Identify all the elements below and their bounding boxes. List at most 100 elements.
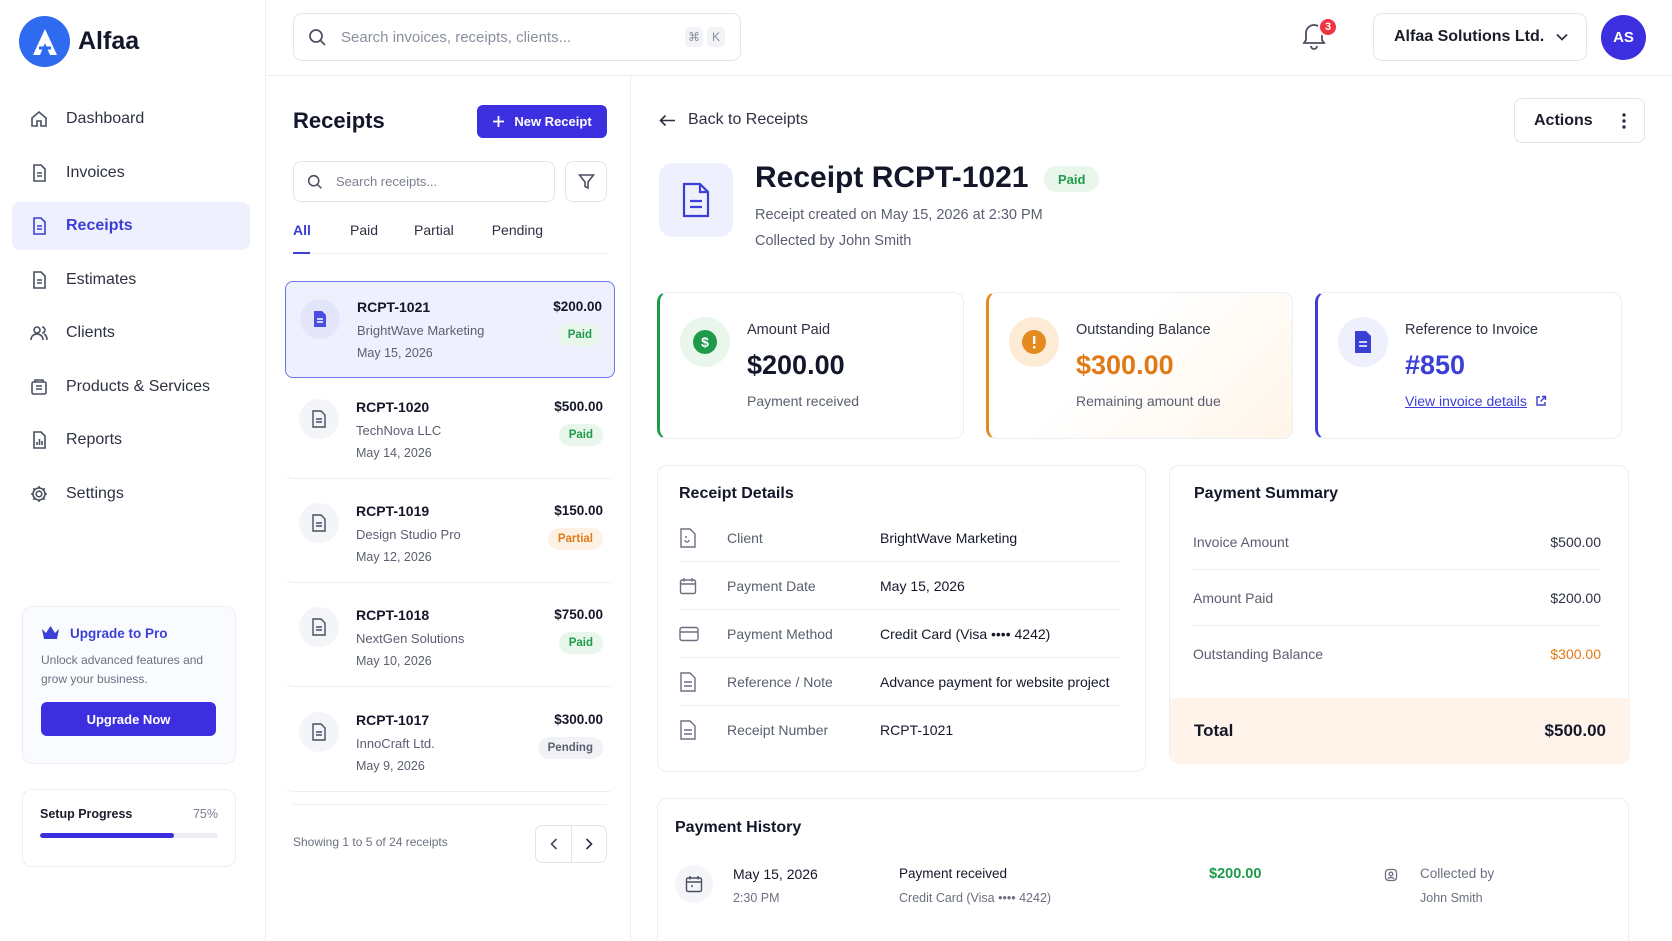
receipts-search-input[interactable] — [336, 174, 536, 189]
receipts-search[interactable] — [293, 161, 555, 202]
receipt-collected-text: Collected by John Smith — [755, 233, 912, 249]
setup-progress-label: Setup Progress — [40, 807, 133, 821]
receipt-details-title: Receipt Details — [679, 485, 794, 502]
sidebar-item-label: Products & Services — [66, 377, 211, 395]
payment-summary-card: Payment Summary Invoice Amount $500.00 A… — [1169, 465, 1630, 764]
payment-history-card: Payment History May 15, 2026 2:30 PM Pay… — [657, 798, 1629, 941]
setup-progress-bar — [40, 833, 218, 838]
tab-partial[interactable]: Partial — [414, 214, 454, 254]
receipt-icon — [299, 399, 339, 439]
detail-row-receipt-number: Receipt Number RCPT-1021 — [679, 706, 1119, 754]
notifications-button[interactable]: 3 — [1300, 17, 1338, 56]
receipts-title: Receipts — [293, 108, 385, 133]
tab-all[interactable]: All — [293, 214, 311, 254]
receipt-title: Receipt RCPT-1021 — [755, 161, 1029, 194]
receipt-id: RCPT-1021 — [357, 299, 431, 315]
detail-row-payment-method: Payment Method Credit Card (Visa •••• 42… — [679, 610, 1119, 658]
sidebar-item-reports[interactable]: Reports — [12, 416, 250, 464]
outstanding-balance-card: Outstanding Balance $300.00 Remaining am… — [986, 292, 1293, 439]
sidebar-item-receipts[interactable]: Receipts — [12, 202, 250, 250]
sidebar-item-label: Invoices — [66, 163, 125, 181]
back-to-receipts-link[interactable]: Back to Receipts — [659, 111, 808, 129]
sidebar-item-dashboard[interactable]: Dashboard — [12, 95, 250, 143]
invoice-reference-label: Reference to Invoice — [1405, 322, 1538, 338]
sidebar-item-invoices[interactable]: Invoices — [12, 149, 250, 197]
sidebar-item-clients[interactable]: Clients — [12, 309, 250, 357]
receipt-list-item[interactable]: RCPT-1019 Design Studio Pro May 12, 2026… — [285, 486, 615, 583]
global-search[interactable]: ⌘ K — [293, 13, 741, 61]
search-icon — [307, 174, 323, 190]
crown-icon — [41, 625, 60, 641]
plus-icon — [492, 115, 505, 128]
user-avatar[interactable]: AS — [1601, 15, 1646, 60]
prev-page-button[interactable] — [536, 826, 571, 862]
filter-button[interactable] — [565, 161, 607, 202]
history-amount: $200.00 — [1209, 866, 1262, 882]
receipt-date: May 10, 2026 — [356, 654, 432, 668]
amount-paid-value: $200.00 — [747, 350, 845, 380]
detail-row-payment-date: Payment Date May 15, 2026 — [679, 562, 1119, 610]
amount-paid-card: $ Amount Paid $200.00 Payment received — [657, 292, 964, 439]
sidebar: Alfaa Dashboard Invoices Receipts Estima… — [0, 0, 266, 941]
actions-menu-button[interactable]: Actions — [1514, 98, 1645, 143]
detail-row-client: Client BrightWave Marketing — [679, 514, 1119, 562]
next-page-button[interactable] — [571, 826, 606, 862]
company-name: Alfaa Solutions Ltd. — [1394, 28, 1545, 45]
history-collected-name: John Smith — [1420, 891, 1483, 905]
gear-icon — [28, 483, 50, 505]
global-search-input[interactable] — [341, 28, 671, 46]
receipt-icon — [679, 720, 701, 740]
history-method: Credit Card (Visa •••• 4242) — [899, 891, 1052, 905]
upgrade-now-button[interactable]: Upgrade Now — [41, 702, 216, 736]
receipt-list-item[interactable]: RCPT-1020 TechNova LLC May 14, 2026 $500… — [285, 382, 615, 479]
new-receipt-button[interactable]: New Receipt — [477, 105, 607, 138]
calendar-icon — [679, 577, 701, 595]
sidebar-item-label: Receipts — [66, 217, 133, 234]
document-icon — [28, 269, 50, 291]
chevron-down-icon — [1556, 33, 1568, 41]
credit-card-icon — [679, 626, 701, 642]
receipt-status-badge: Paid — [1044, 166, 1100, 192]
invoice-reference-card: Reference to Invoice #850 View invoice d… — [1315, 292, 1622, 439]
user-badge-icon — [1384, 868, 1398, 882]
history-date: May 15, 2026 — [733, 866, 818, 882]
receipt-id: RCPT-1017 — [356, 712, 430, 728]
outstanding-label: Outstanding Balance — [1076, 322, 1211, 338]
amount-paid-label: Amount Paid — [747, 322, 831, 338]
receipt-amount: $500.00 — [554, 399, 603, 414]
payment-summary-title: Payment Summary — [1194, 485, 1339, 502]
filter-icon — [577, 173, 595, 190]
svg-text:$: $ — [701, 334, 709, 350]
sidebar-item-estimates[interactable]: Estimates — [12, 256, 250, 304]
receipt-amount: $300.00 — [554, 712, 603, 727]
receipt-date: May 12, 2026 — [356, 550, 432, 564]
sidebar-item-products[interactable]: Products & Services — [12, 363, 250, 411]
receipt-id: RCPT-1018 — [356, 607, 430, 623]
summary-total-row: Total $500.00 — [1170, 698, 1630, 764]
invoice-reference-value: #850 — [1405, 350, 1466, 380]
status-badge: Partial — [547, 528, 603, 550]
receipt-list-item[interactable]: RCPT-1017 InnoCraft Ltd. May 9, 2026 $30… — [285, 695, 615, 792]
receipt-large-icon — [659, 163, 733, 237]
receipt-list-item[interactable]: RCPT-1018 NextGen Solutions May 10, 2026… — [285, 590, 615, 687]
receipt-icon — [299, 503, 339, 543]
sidebar-item-label: Settings — [66, 484, 124, 502]
document-icon — [679, 527, 701, 548]
arrow-left-icon — [659, 114, 676, 127]
status-badge: Paid — [558, 632, 603, 654]
document-icon — [28, 162, 50, 184]
company-switcher[interactable]: Alfaa Solutions Ltd. — [1373, 13, 1587, 61]
view-invoice-details-link[interactable]: View invoice details — [1405, 393, 1547, 409]
brand-logo[interactable]: Alfaa — [19, 16, 139, 67]
sidebar-item-label: Estimates — [66, 270, 137, 288]
receipt-list-item[interactable]: RCPT-1021 BrightWave Marketing May 15, 2… — [285, 281, 615, 378]
pagination — [535, 825, 607, 863]
sidebar-item-settings[interactable]: Settings — [12, 470, 250, 518]
receipt-date: May 14, 2026 — [356, 446, 432, 460]
tab-pending[interactable]: Pending — [492, 214, 543, 254]
tab-paid[interactable]: Paid — [350, 214, 378, 254]
upgrade-card: Upgrade to Pro Unlock advanced features … — [22, 606, 236, 764]
sidebar-item-label: Dashboard — [66, 110, 145, 127]
shortcut-hint: ⌘ K — [685, 27, 725, 47]
receipt-client: BrightWave Marketing — [357, 323, 485, 338]
